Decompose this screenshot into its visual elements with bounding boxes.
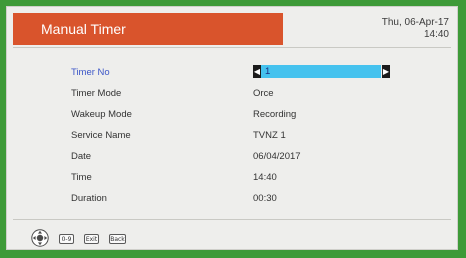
back-key-hint: Back (109, 234, 126, 244)
current-date: Thu, 06-Apr-17 (381, 17, 449, 28)
service-name-value: TVNZ 1 (253, 130, 286, 141)
timer-no-label: Timer No (71, 67, 110, 78)
timer-no-value: 1 (265, 66, 271, 77)
manual-timer-screen: Manual Timer Thu, 06-Apr-17 14:40 Timer … (6, 6, 458, 250)
service-name-label: Service Name (71, 130, 131, 141)
timer-mode-row[interactable]: Timer Mode Orce (7, 86, 457, 104)
timer-mode-value: Orce (253, 88, 274, 99)
wakeup-mode-value: Recording (253, 109, 297, 120)
timer-no-selector[interactable]: 1 (261, 65, 381, 78)
time-value: 14:40 (253, 172, 277, 183)
time-label: Time (71, 172, 92, 183)
wakeup-mode-row[interactable]: Wakeup Mode Recording (7, 107, 457, 125)
timer-mode-label: Timer Mode (71, 88, 122, 99)
title-bar: Manual Timer (13, 13, 283, 45)
dpad-navigation-icon (31, 229, 49, 247)
duration-row[interactable]: Duration 00:30 (7, 191, 457, 209)
exit-key-hint: Exit (84, 234, 99, 244)
header-divider (13, 47, 451, 48)
footer-divider (13, 219, 451, 220)
date-row[interactable]: Date 06/04/2017 (7, 149, 457, 167)
chevron-right-icon[interactable]: ▶ (382, 65, 390, 78)
duration-label: Duration (71, 193, 107, 204)
date-label: Date (71, 151, 92, 162)
time-row[interactable]: Time 14:40 (7, 170, 457, 188)
timer-no-row[interactable]: Timer No ◀ 1 ▶ (7, 65, 457, 83)
number-keys-hint: 0-9 (59, 234, 74, 244)
duration-value: 00:30 (253, 193, 277, 204)
page-title: Manual Timer (41, 21, 126, 37)
clock: Thu, 06-Apr-17 14:40 (382, 17, 449, 41)
chevron-left-icon[interactable]: ◀ (253, 65, 261, 78)
current-time: 14:40 (423, 29, 449, 40)
service-name-row[interactable]: Service Name TVNZ 1 (7, 128, 457, 146)
wakeup-mode-label: Wakeup Mode (71, 109, 132, 120)
date-value: 06/04/2017 (253, 151, 301, 162)
